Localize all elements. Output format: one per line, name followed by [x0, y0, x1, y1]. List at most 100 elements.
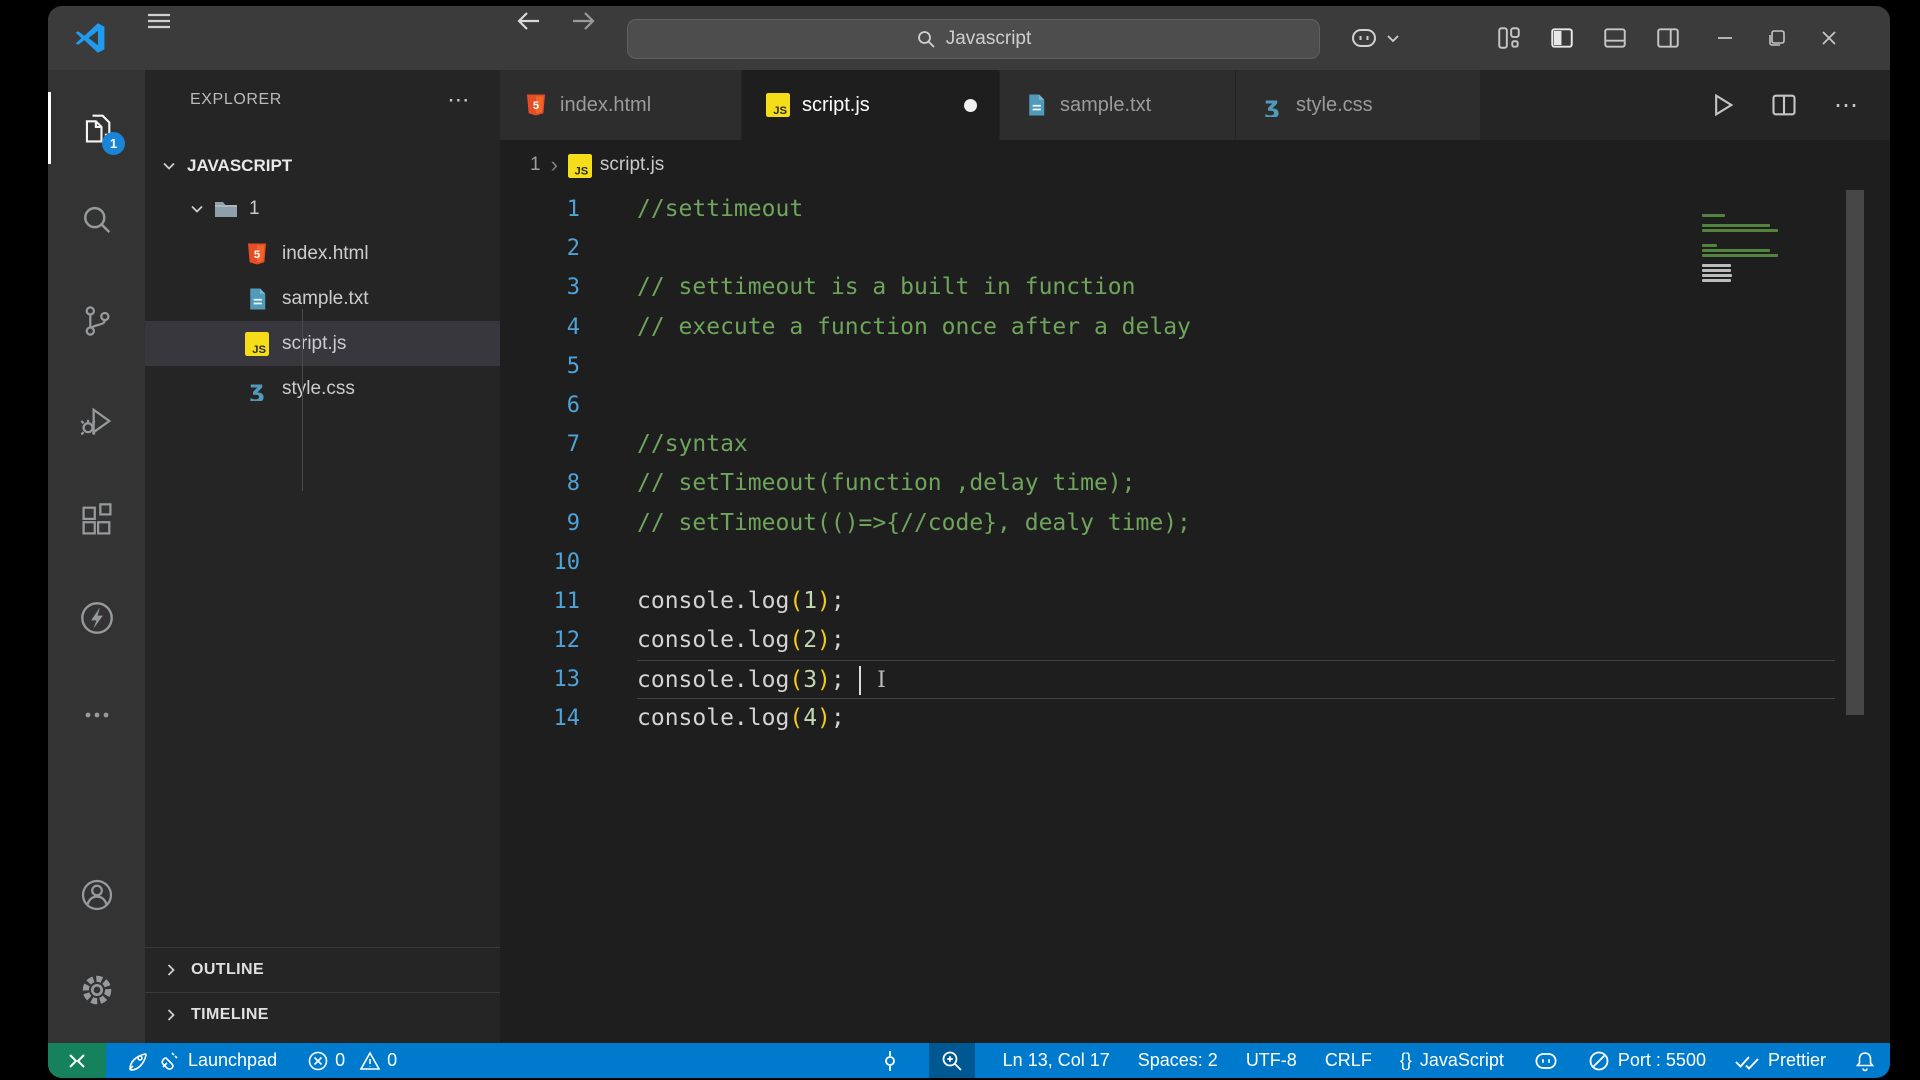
source-control-icon[interactable] [48, 288, 145, 354]
code-line-3[interactable]: 3 // settimeout is a built in function [500, 268, 1890, 307]
explorer-view-icon[interactable]: 1 [48, 95, 145, 161]
line-content: // setTimeout(()=>{//code}, dealy time); [637, 509, 1191, 536]
code-line-4[interactable]: 4 // execute a function once after a del… [500, 308, 1890, 347]
file-row-script.js[interactable]: JS script.js [145, 321, 500, 366]
code-line-10[interactable]: 10 [500, 543, 1890, 582]
zoom-indicator[interactable] [928, 1043, 975, 1078]
line-number: 12 [553, 628, 581, 654]
minimize-icon[interactable] [1710, 23, 1740, 53]
problems-item[interactable]: 0 0 [307, 1050, 397, 1072]
file-row-style.css[interactable]: ʒ style.css [145, 366, 500, 411]
more-views-icon[interactable] [48, 682, 145, 748]
tab-sample.txt[interactable]: sample.txt [1000, 70, 1236, 140]
code-line-2[interactable]: 2 [500, 229, 1890, 268]
prettier-indicator[interactable]: Prettier [1734, 1050, 1826, 1071]
unsaved-dot-icon[interactable] [964, 98, 977, 112]
account-icon[interactable] [48, 862, 145, 928]
commit-indicator-icon[interactable] [879, 1050, 901, 1072]
plug-icon [161, 1051, 178, 1070]
code-editor[interactable]: 1 //settimeout 2 3 // settimeout is a bu… [500, 190, 1890, 1043]
line-number: 1 [566, 197, 580, 222]
toggle-panel-icon[interactable] [1600, 23, 1630, 53]
css-file-icon: ʒ [245, 377, 269, 401]
line-number: 7 [566, 432, 580, 458]
code-line-5[interactable]: 5 [500, 347, 1890, 386]
encoding-indicator[interactable]: UTF-8 [1246, 1050, 1297, 1071]
code-line-8[interactable]: 8 // setTimeout(function ,delay time); [500, 464, 1890, 503]
remote-indicator[interactable] [48, 1043, 106, 1078]
language-indicator[interactable]: {} JavaScript [1400, 1050, 1504, 1071]
explorer-more-actions-icon[interactable]: ⋯ [447, 87, 470, 113]
folder-row[interactable]: 1 [145, 186, 500, 231]
lightning-extension-icon[interactable] [48, 585, 145, 651]
workspace-root[interactable]: JAVASCRIPT [145, 146, 500, 186]
line-number: 10 [553, 549, 581, 575]
minimap-line [1702, 214, 1725, 217]
menu-icon[interactable] [144, 6, 174, 36]
eol-indicator[interactable]: CRLF [1325, 1050, 1372, 1071]
customize-layout-icon[interactable] [1494, 23, 1524, 53]
settings-gear-icon[interactable] [48, 957, 145, 1023]
file-name: sample.txt [282, 287, 369, 309]
split-editor-icon[interactable] [1768, 89, 1800, 121]
command-center-search[interactable]: Javascript [627, 19, 1320, 59]
tab-label: style.css [1296, 93, 1373, 116]
run-debug-icon[interactable] [48, 388, 145, 454]
line-col-indicator[interactable]: Ln 13, Col 17 [1003, 1050, 1110, 1071]
copilot-menu[interactable] [1348, 6, 1400, 70]
code-lines: 1 //settimeout 2 3 // settimeout is a bu… [500, 190, 1890, 739]
code-line-12[interactable]: 12 console.log(2); [500, 621, 1890, 660]
run-button[interactable] [1706, 89, 1738, 121]
vscode-logo-icon [72, 6, 108, 70]
js-file-icon: JS [245, 331, 269, 356]
code-line-9[interactable]: 9 // setTimeout(()=>{//code}, dealy time… [500, 504, 1890, 543]
tab-label: sample.txt [1060, 93, 1152, 116]
code-line-13[interactable]: 13 console.log(3); I [500, 660, 1890, 700]
minimap-line [1702, 234, 1790, 237]
close-icon[interactable] [1814, 23, 1844, 53]
breadcrumb-folder[interactable]: 1 [530, 154, 541, 176]
toggle-sidebar-icon[interactable] [1547, 23, 1577, 53]
code-line-7[interactable]: 7 //syntax [500, 425, 1890, 464]
tab-label: index.html [560, 93, 652, 116]
toggle-secondary-sidebar-icon[interactable] [1653, 23, 1683, 53]
copilot-icon [1352, 29, 1376, 47]
back-arrow-icon[interactable] [514, 6, 544, 36]
code-line-1[interactable]: 1 //settimeout [500, 190, 1890, 229]
file-tree: JAVASCRIPT 1 5 index.html sample.txt JS … [145, 146, 500, 491]
vertical-scrollbar[interactable] [1846, 190, 1864, 715]
launchpad-item[interactable]: Launchpad [126, 1049, 277, 1073]
sidebar-title: EXPLORER [190, 91, 282, 108]
svg-text:JS: JS [252, 344, 266, 356]
copilot-status-icon[interactable] [1532, 1050, 1560, 1072]
vscode-window: Javascript 1 EXPLORER ⋯ JAVASCRIPT 1 5 i… [48, 6, 1890, 1078]
tab-index.html[interactable]: 5 index.html [500, 70, 742, 140]
maximize-icon[interactable] [1762, 23, 1792, 53]
timeline-section[interactable]: TIMELINE [145, 992, 500, 1037]
minimap-line [1702, 239, 1790, 242]
search-view-icon[interactable] [48, 188, 145, 254]
extensions-icon[interactable] [48, 487, 145, 553]
minimap[interactable] [1702, 214, 1790, 284]
line-content: //settimeout [637, 196, 804, 222]
tab-script.js[interactable]: JS script.js [742, 70, 1000, 140]
live-server-port[interactable]: Port : 5500 [1588, 1050, 1706, 1072]
screen: Javascript 1 EXPLORER ⋯ JAVASCRIPT 1 5 i… [0, 0, 1920, 1080]
tabs: 5 index.html JS script.js sample.txt ʒ s… [500, 70, 1481, 140]
tab-style.css[interactable]: ʒ style.css [1236, 70, 1481, 140]
outline-section[interactable]: OUTLINE [145, 947, 500, 992]
file-row-index.html[interactable]: 5 index.html [145, 231, 500, 276]
code-line-14[interactable]: 14 console.log(4); [500, 699, 1890, 738]
line-number: 6 [566, 392, 580, 418]
indent-guide [302, 309, 303, 491]
indentation-indicator[interactable]: Spaces: 2 [1138, 1050, 1218, 1071]
css-file-icon: ʒ [1260, 93, 1284, 117]
file-row-sample.txt[interactable]: sample.txt [145, 276, 500, 321]
breadcrumb-file[interactable]: script.js [600, 154, 664, 176]
txt-file-icon [1024, 93, 1048, 117]
code-line-6[interactable]: 6 [500, 386, 1890, 425]
notifications-bell-icon[interactable] [1854, 1050, 1876, 1072]
forward-arrow-icon[interactable] [568, 6, 598, 36]
code-line-11[interactable]: 11 console.log(1); [500, 582, 1890, 621]
more-actions-icon[interactable]: ⋯ [1830, 89, 1862, 121]
